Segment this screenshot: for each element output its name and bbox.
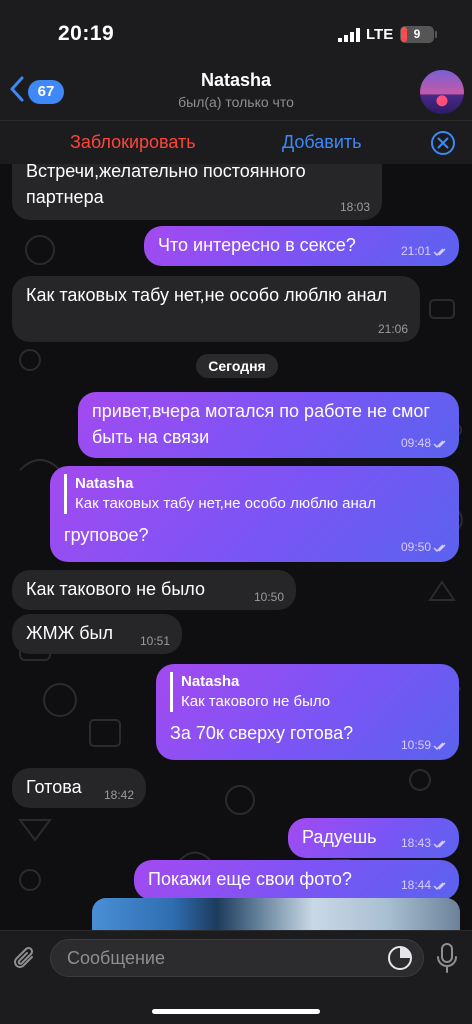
photo-message[interactable]: [92, 898, 460, 930]
close-icon[interactable]: [430, 130, 456, 161]
message-meta: 18:44: [401, 878, 449, 894]
message-incoming[interactable]: ЖМЖ был 10:51: [12, 614, 182, 654]
message-time: 21:01: [400, 244, 431, 258]
read-check-icon: [433, 542, 449, 556]
message-text: Покажи еще свои фото?: [148, 869, 352, 889]
message-time: 09:50: [400, 540, 431, 554]
message-meta: 09:48: [401, 436, 449, 452]
message-input[interactable]: [50, 939, 424, 977]
message-time: 18:03: [339, 200, 370, 214]
message-time: 18:43: [400, 836, 431, 850]
contact-action-bar: Заблокировать Добавить: [0, 120, 472, 164]
message-incoming[interactable]: Встречи,желательно постоянного партнера …: [12, 164, 382, 220]
message-text: За 70к сверху готова?: [170, 723, 354, 743]
reply-quote[interactable]: Natasha Как таковых табу нет,не особо лю…: [64, 474, 445, 514]
message-list[interactable]: Встречи,желательно постоянного партнера …: [0, 164, 472, 930]
message-meta: 09:50: [401, 540, 449, 556]
chat-status: был(а) только что: [178, 94, 294, 110]
date-separator: Сегодня: [196, 354, 278, 378]
status-time: 20:19: [58, 22, 115, 45]
message-incoming[interactable]: Как таковых табу нет,не особо люблю анал…: [12, 276, 420, 342]
message-time: 18:44: [400, 878, 431, 892]
message-text: Встречи,желательно постоянного партнера: [26, 164, 306, 207]
message-time: 10:50: [253, 590, 284, 604]
battery-icon: 9: [400, 26, 434, 43]
message-time: 09:48: [400, 436, 431, 450]
message-text: Готова: [26, 777, 82, 797]
attach-icon[interactable]: [12, 945, 38, 978]
composer-bar: [0, 930, 472, 1024]
message-text: Как таковых табу нет,не особо люблю анал: [26, 285, 388, 305]
message-incoming[interactable]: Готова 18:42: [12, 768, 146, 808]
reply-text: Как таковых табу нет,не особо люблю анал: [75, 495, 376, 512]
message-outgoing[interactable]: Радуешь 18:43: [288, 818, 459, 858]
message-text: Что интересно в сексе?: [158, 235, 356, 255]
message-outgoing[interactable]: Что интересно в сексе? 21:01: [144, 226, 459, 266]
add-contact-button[interactable]: Добавить: [282, 132, 362, 153]
read-check-icon: [433, 740, 449, 754]
network-label: LTE: [366, 26, 394, 43]
message-meta: 10:59: [401, 738, 449, 754]
status-bar: 20:19 LTE 9: [0, 0, 472, 62]
message-outgoing-reply[interactable]: Natasha Как таковых табу нет,не особо лю…: [50, 466, 459, 562]
signal-icon: [338, 28, 360, 47]
block-button[interactable]: Заблокировать: [70, 132, 196, 153]
message-outgoing[interactable]: Покажи еще свои фото? 18:44: [134, 860, 459, 900]
sticker-icon[interactable]: [386, 944, 414, 977]
reply-author: Natasha: [181, 673, 240, 690]
message-incoming[interactable]: Как такового не было 10:50: [12, 570, 296, 610]
message-text: привет,вчера мотался по работе не смог б…: [92, 401, 430, 447]
message-outgoing-reply[interactable]: Natasha Как такового не было За 70к свер…: [156, 664, 459, 760]
home-indicator: [152, 1009, 320, 1014]
message-meta: 18:43: [401, 836, 449, 852]
message-time: 10:59: [400, 738, 431, 752]
reply-quote[interactable]: Natasha Как такового не было: [170, 672, 445, 712]
read-check-icon: [433, 838, 449, 852]
message-text: груповое?: [64, 525, 149, 545]
message-text: Радуешь: [302, 827, 377, 847]
message-time: 21:06: [377, 322, 408, 336]
message-meta: 21:01: [401, 244, 449, 260]
reply-author: Natasha: [75, 475, 134, 492]
message-outgoing[interactable]: привет,вчера мотался по работе не смог б…: [78, 392, 459, 458]
chat-title[interactable]: Natasha: [0, 70, 472, 91]
message-text: ЖМЖ был: [26, 623, 113, 643]
battery-level: 9: [413, 27, 421, 41]
read-check-icon: [433, 246, 449, 260]
avatar[interactable]: [420, 70, 464, 114]
read-check-icon: [433, 438, 449, 452]
message-text: Как такового не было: [26, 579, 205, 599]
message-time: 18:42: [103, 788, 134, 802]
message-time: 10:51: [139, 634, 170, 648]
read-check-icon: [433, 880, 449, 894]
reply-text: Как такового не было: [181, 693, 331, 710]
chat-header: 67 Natasha был(а) только что: [0, 62, 472, 120]
mic-icon[interactable]: [436, 943, 458, 978]
battery-tip: [435, 31, 437, 38]
